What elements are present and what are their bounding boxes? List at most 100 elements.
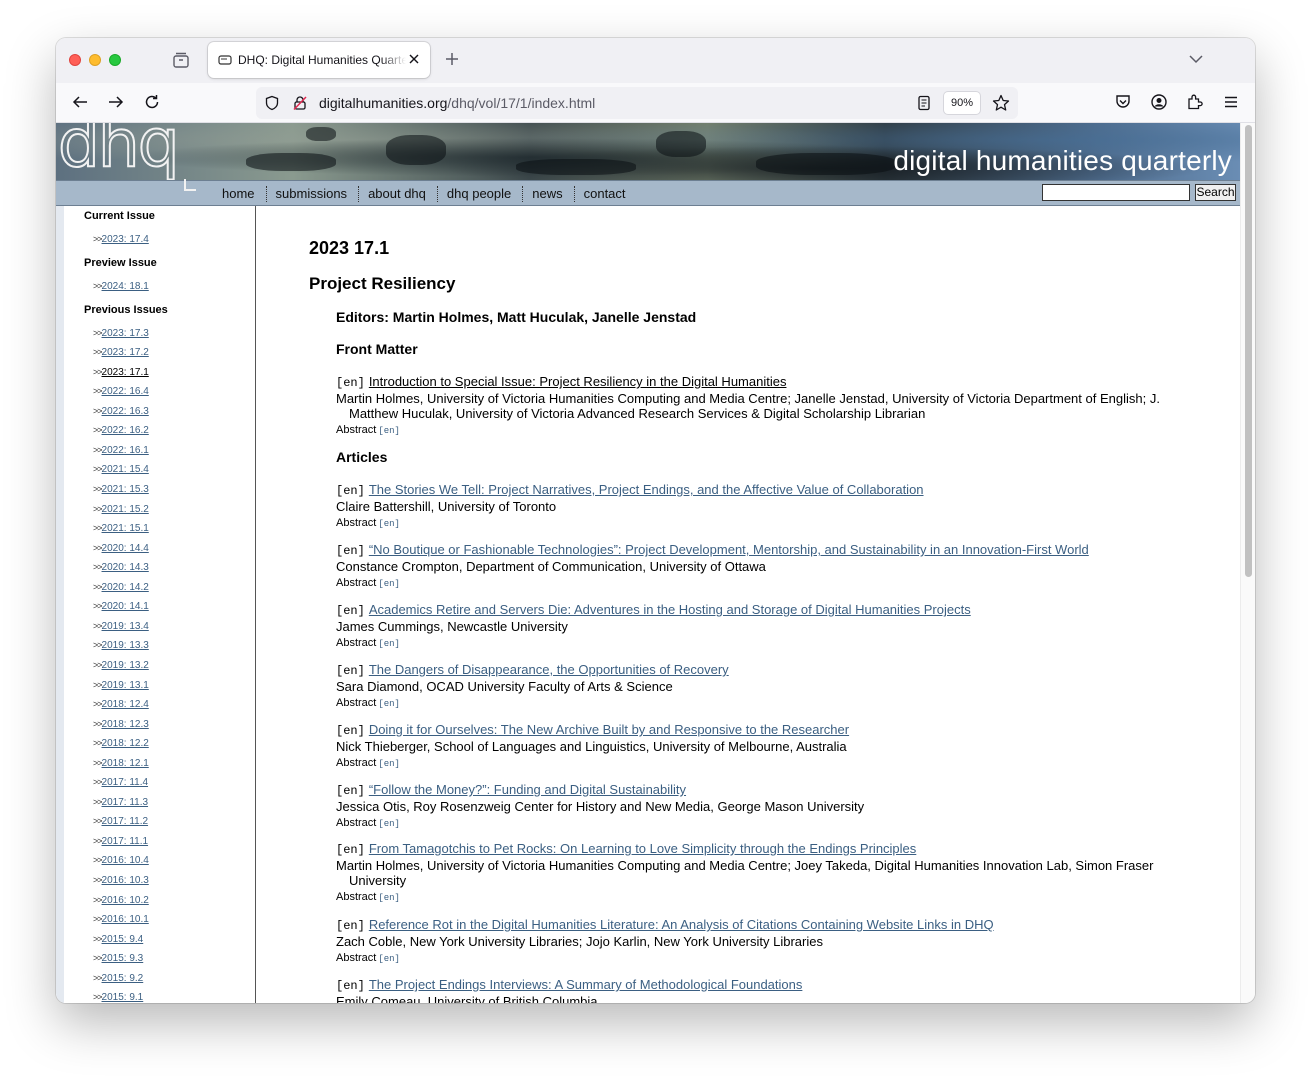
address-bar[interactable]: digitalhumanities.org/dhq/vol/17/1/index… bbox=[256, 87, 1018, 119]
sidebar-issue-link[interactable]: 2020: 14.2 bbox=[102, 582, 149, 593]
account-icon[interactable] bbox=[1150, 93, 1168, 111]
forward-arrow-icon[interactable] bbox=[107, 93, 125, 111]
article-title-link[interactable]: Introduction to Special Issue: Project R… bbox=[369, 374, 787, 389]
sidebar-issue-link[interactable]: 2021: 15.4 bbox=[102, 464, 149, 475]
sidebar-issue-link[interactable]: 2023: 17.1 bbox=[102, 367, 149, 378]
page-scrollbar[interactable] bbox=[1240, 123, 1255, 1003]
sidebar-issue-item: >>2020: 14.4 bbox=[93, 543, 149, 554]
site-nav-link[interactable]: contact bbox=[575, 186, 637, 202]
sidebar-issue-link[interactable]: 2022: 16.4 bbox=[102, 386, 149, 397]
article-entry: [en] From Tamagotchis to Pet Rocks: On Le… bbox=[336, 840, 1166, 905]
dhq-logo[interactable]: dhq bbox=[57, 123, 181, 178]
sidebar-issue-link[interactable]: 2023: 17.3 bbox=[102, 328, 149, 339]
sidebar-issue-link[interactable]: 2019: 13.1 bbox=[102, 680, 149, 691]
article-title-link[interactable]: Academics Retire and Servers Die: Advent… bbox=[369, 602, 971, 617]
sidebar-issue-link[interactable]: 2018: 12.4 bbox=[102, 699, 149, 710]
sidebar-issue-link[interactable]: 2021: 15.3 bbox=[102, 484, 149, 495]
article-title-link[interactable]: “Follow the Money?”: Funding and Digital… bbox=[369, 782, 686, 797]
site-nav-link[interactable]: news bbox=[523, 186, 575, 202]
abstract-language-link[interactable]: [en] bbox=[378, 819, 400, 829]
article-title-link[interactable]: “No Boutique or Fashionable Technologies… bbox=[369, 542, 1089, 557]
sidebar-issue-link[interactable]: 2017: 11.3 bbox=[102, 797, 149, 808]
sidebar-issue-link[interactable]: 2018: 12.3 bbox=[102, 719, 149, 730]
sidebar-issue-link[interactable]: 2017: 11.1 bbox=[102, 836, 149, 847]
site-nav-link[interactable]: home bbox=[213, 186, 267, 202]
sidebar-issue-link[interactable]: 2019: 13.4 bbox=[102, 621, 149, 632]
article-title-link[interactable]: From Tamagotchis to Pet Rocks: On Learni… bbox=[369, 841, 916, 856]
abstract-language-link[interactable]: [en] bbox=[378, 699, 400, 709]
abstract-language-link[interactable]: [en] bbox=[378, 426, 400, 436]
sidebar-issue-item: >>2018: 12.3 bbox=[93, 719, 149, 730]
back-arrow-icon[interactable] bbox=[71, 93, 89, 111]
sidebar-issue-link[interactable]: 2016: 10.3 bbox=[102, 875, 149, 886]
sidebar-issue-link[interactable]: 2023: 17.4 bbox=[102, 234, 149, 245]
sidebar-issue-link[interactable]: 2022: 16.3 bbox=[102, 406, 149, 417]
sidebar-issue-link[interactable]: 2017: 11.4 bbox=[102, 777, 149, 788]
sidebar-issue-link[interactable]: 2019: 13.2 bbox=[102, 660, 149, 671]
tab-dhq[interactable]: DHQ: Digital Humanities Quarterly bbox=[208, 42, 430, 78]
arrow-icon: >> bbox=[93, 914, 102, 925]
site-nav-link[interactable]: dhq people bbox=[438, 186, 524, 202]
zoom-window-button[interactable] bbox=[109, 54, 121, 66]
abstract-language-link[interactable]: [en] bbox=[378, 639, 400, 649]
site-search-button[interactable]: Search bbox=[1195, 184, 1236, 201]
article-title-link[interactable]: Doing it for Ourselves: The New Archive … bbox=[369, 722, 849, 737]
reader-view-icon[interactable] bbox=[916, 95, 932, 111]
tab-overview-icon[interactable] bbox=[172, 52, 190, 68]
sidebar-issue-link[interactable]: 2023: 17.2 bbox=[102, 347, 149, 358]
sidebar-issue-link[interactable]: 2017: 11.2 bbox=[102, 816, 149, 827]
sidebar-issue-link[interactable]: 2015: 9.3 bbox=[102, 953, 144, 964]
sidebar-issue-link[interactable]: 2016: 10.2 bbox=[102, 895, 149, 906]
sidebar-issue-link[interactable]: 2015: 9.1 bbox=[102, 992, 144, 1003]
new-tab-icon[interactable] bbox=[444, 51, 460, 67]
abstract-language-link[interactable]: [en] bbox=[378, 759, 400, 769]
sidebar-issue-item: >>2017: 11.4 bbox=[93, 777, 148, 788]
sidebar-issue-link[interactable]: 2021: 15.1 bbox=[102, 523, 149, 534]
sidebar-issue-item: >>2016: 10.3 bbox=[93, 875, 149, 886]
sidebar-issue-link[interactable]: 2024: 18.1 bbox=[102, 281, 149, 292]
sidebar-issue-link[interactable]: 2019: 13.3 bbox=[102, 640, 149, 651]
article-title-link[interactable]: The Dangers of Disappearance, the Opport… bbox=[369, 662, 729, 677]
pocket-icon[interactable] bbox=[1114, 93, 1132, 111]
zoom-level-button[interactable]: 90% bbox=[944, 92, 980, 114]
sidebar-issue-link[interactable]: 2020: 14.3 bbox=[102, 562, 149, 573]
url-text[interactable]: digitalhumanities.org/dhq/vol/17/1/index… bbox=[319, 95, 595, 111]
site-nav-link[interactable]: about dhq bbox=[359, 186, 438, 202]
sidebar-issue-link[interactable]: 2018: 12.1 bbox=[102, 758, 149, 769]
sidebar-issue-link[interactable]: 2021: 15.2 bbox=[102, 504, 149, 515]
chevron-down-icon[interactable] bbox=[1189, 54, 1203, 64]
bookmark-star-icon[interactable] bbox=[992, 94, 1010, 112]
sidebar-issue-item: >>2015: 9.2 bbox=[93, 973, 143, 984]
sidebar-issue-link[interactable]: 2020: 14.4 bbox=[102, 543, 149, 554]
abstract-language-link[interactable]: [en] bbox=[378, 893, 400, 903]
sidebar-issue-link[interactable]: 2020: 14.1 bbox=[102, 601, 149, 612]
abstract-language-link[interactable]: [en] bbox=[378, 954, 400, 964]
sidebar-issue-item: >>2020: 14.2 bbox=[93, 582, 149, 593]
abstract-language-link[interactable]: [en] bbox=[378, 519, 400, 529]
sidebar-issue-item: >>2021: 15.3 bbox=[93, 484, 149, 495]
sidebar-issue-link[interactable]: 2015: 9.4 bbox=[102, 934, 144, 945]
article-title-link[interactable]: The Stories We Tell: Project Narratives,… bbox=[369, 482, 924, 497]
sidebar-issue-link[interactable]: 2016: 10.4 bbox=[102, 855, 149, 866]
article-title-link[interactable]: The Project Endings Interviews: A Summar… bbox=[369, 977, 803, 992]
sidebar-issue-link[interactable]: 2015: 9.2 bbox=[102, 973, 144, 984]
minimize-window-button[interactable] bbox=[89, 54, 101, 66]
abstract-language-link[interactable]: [en] bbox=[378, 579, 400, 589]
sidebar-issue-link[interactable]: 2018: 12.2 bbox=[102, 738, 149, 749]
url-path: /dhq/vol/17/1/index.html bbox=[447, 95, 596, 111]
close-tab-icon[interactable] bbox=[408, 53, 420, 65]
sidebar-issue-link[interactable]: 2016: 10.1 bbox=[102, 914, 149, 925]
extensions-icon[interactable] bbox=[1186, 93, 1204, 111]
menu-icon[interactable] bbox=[1222, 93, 1240, 111]
sidebar-issue-link[interactable]: 2022: 16.1 bbox=[102, 445, 149, 456]
article-title-link[interactable]: Reference Rot in the Digital Humanities … bbox=[369, 917, 994, 932]
site-search-input[interactable] bbox=[1042, 184, 1190, 201]
insecure-lock-icon[interactable] bbox=[292, 95, 308, 111]
sidebar-issue-item: >>2022: 16.2 bbox=[93, 425, 149, 436]
reload-icon[interactable] bbox=[143, 93, 161, 111]
site-nav-link[interactable]: submissions bbox=[267, 186, 360, 202]
scrollbar-thumb[interactable] bbox=[1245, 125, 1252, 577]
sidebar-issue-link[interactable]: 2022: 16.2 bbox=[102, 425, 149, 436]
shield-icon[interactable] bbox=[264, 95, 280, 111]
close-window-button[interactable] bbox=[69, 54, 81, 66]
